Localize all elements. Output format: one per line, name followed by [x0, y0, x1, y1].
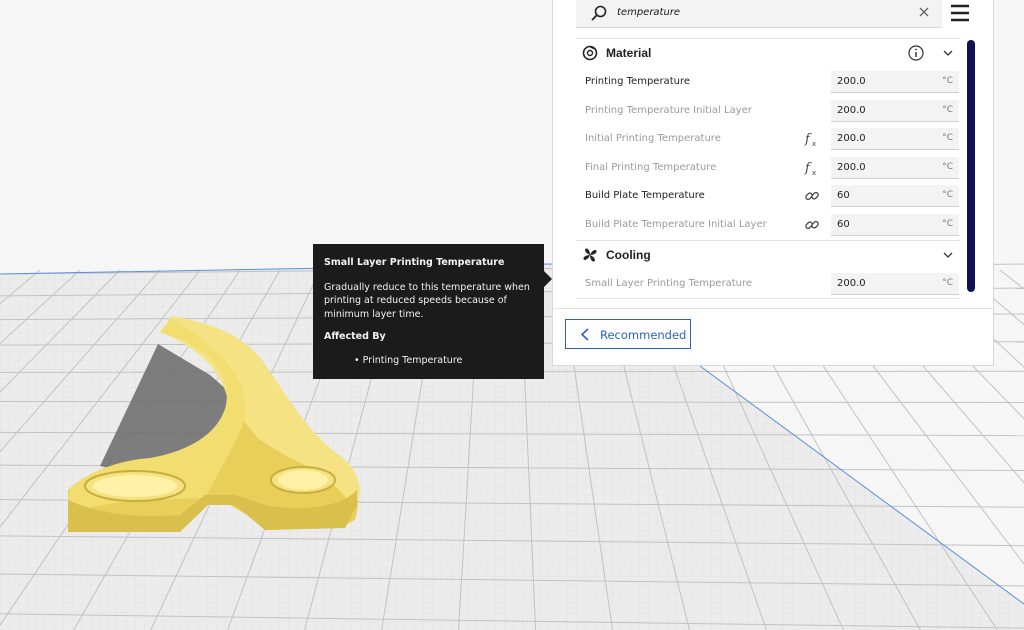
setting-unit: °C	[942, 190, 953, 201]
chevron-down-icon[interactable]	[942, 48, 954, 58]
setting-unit: °C	[942, 277, 953, 288]
category-label: Cooling	[606, 247, 651, 262]
settings-list: Material Printing Temperature 200.0 °C P…	[576, 38, 960, 308]
setting-row: Final Printing Temperature f x 200.0 °C	[576, 154, 960, 183]
hamburger-menu-icon[interactable]	[949, 2, 971, 24]
search-input-value[interactable]: temperature	[617, 7, 680, 18]
setting-label: Printing Temperature Initial Layer	[585, 104, 752, 116]
category-material[interactable]: Material	[576, 38, 960, 68]
category-cooling[interactable]: Cooling	[576, 239, 960, 270]
setting-value-field[interactable]: 60 °C	[831, 213, 959, 236]
tooltip-description: Gradually reduce to this temperature whe…	[324, 281, 530, 320]
material-icon	[582, 45, 598, 61]
setting-value: 60	[837, 218, 850, 230]
setting-value-field[interactable]: 200.0 °C	[831, 272, 959, 295]
info-icon[interactable]	[908, 45, 924, 61]
category-label: Material	[606, 46, 652, 60]
setting-label: Build Plate Temperature Initial Layer	[585, 218, 767, 230]
setting-label: Build Plate Temperature	[585, 190, 705, 202]
setting-value: 200.0	[837, 133, 866, 145]
tooltip-affected-by-heading: Affected By	[324, 331, 386, 342]
svg-text:f: f	[804, 161, 812, 176]
setting-value: 200.0	[837, 277, 866, 289]
recommended-label: Recommended	[600, 328, 687, 342]
setting-label: Final Printing Temperature	[585, 161, 717, 173]
settings-scrollbar[interactable]	[967, 40, 975, 292]
setting-search-bar[interactable]: temperature	[576, 0, 942, 28]
panel-divider	[553, 308, 995, 309]
close-icon[interactable]	[918, 6, 930, 18]
setting-value-field[interactable]: 200.0 °C	[831, 71, 959, 93]
setting-label: Small Layer Printing Temperature	[585, 277, 753, 289]
setting-value-field[interactable]: 200.0 °C	[831, 156, 959, 179]
fan-icon	[583, 248, 597, 262]
svg-text:f: f	[804, 132, 812, 147]
setting-row: Printing Temperature 200.0 °C	[576, 68, 960, 97]
setting-unit: °C	[942, 218, 953, 229]
link-icon[interactable]	[804, 188, 820, 204]
setting-value: 200.0	[837, 76, 866, 87]
svg-text:x: x	[812, 169, 816, 176]
setting-value: 60	[837, 190, 850, 202]
setting-row: Initial Printing Temperature f x 200.0 °…	[576, 125, 960, 154]
chevron-down-icon[interactable]	[942, 250, 954, 260]
recommended-button[interactable]: Recommended	[565, 319, 691, 349]
setting-tooltip: Small Layer Printing Temperature Gradual…	[313, 244, 552, 379]
setting-row: Small Layer Printing Temperature 200.0 °…	[576, 270, 960, 299]
function-icon[interactable]: f x	[804, 160, 820, 176]
setting-unit: °C	[942, 133, 953, 144]
setting-value-field[interactable]: 200.0 °C	[831, 128, 959, 151]
setting-unit: °C	[942, 76, 953, 86]
tooltip-title: Small Layer Printing Temperature	[324, 257, 505, 268]
print-settings-panel: temperature Material Printing Temperatur…	[552, 0, 995, 366]
svg-text:x: x	[812, 140, 816, 147]
tooltip-affected-item: • Printing Temperature	[354, 354, 463, 366]
search-icon	[591, 5, 607, 21]
chevron-left-icon	[580, 328, 589, 341]
setting-value-field[interactable]: 60 °C	[831, 185, 959, 208]
setting-row: Build Plate Temperature Initial Layer 60…	[576, 211, 960, 240]
setting-unit: °C	[942, 104, 953, 115]
setting-row: Printing Temperature Initial Layer 200.0…	[576, 97, 960, 126]
setting-value: 200.0	[837, 161, 866, 173]
function-icon[interactable]: f x	[804, 131, 820, 147]
link-icon[interactable]	[804, 217, 820, 233]
setting-row: Build Plate Temperature 60 °C	[576, 182, 960, 211]
setting-label: Printing Temperature	[585, 76, 690, 87]
setting-value-field[interactable]: 200.0 °C	[831, 99, 959, 122]
setting-label: Initial Printing Temperature	[585, 133, 721, 145]
category-partial-next[interactable]	[576, 298, 960, 308]
setting-value: 200.0	[837, 104, 866, 116]
setting-unit: °C	[942, 161, 953, 172]
